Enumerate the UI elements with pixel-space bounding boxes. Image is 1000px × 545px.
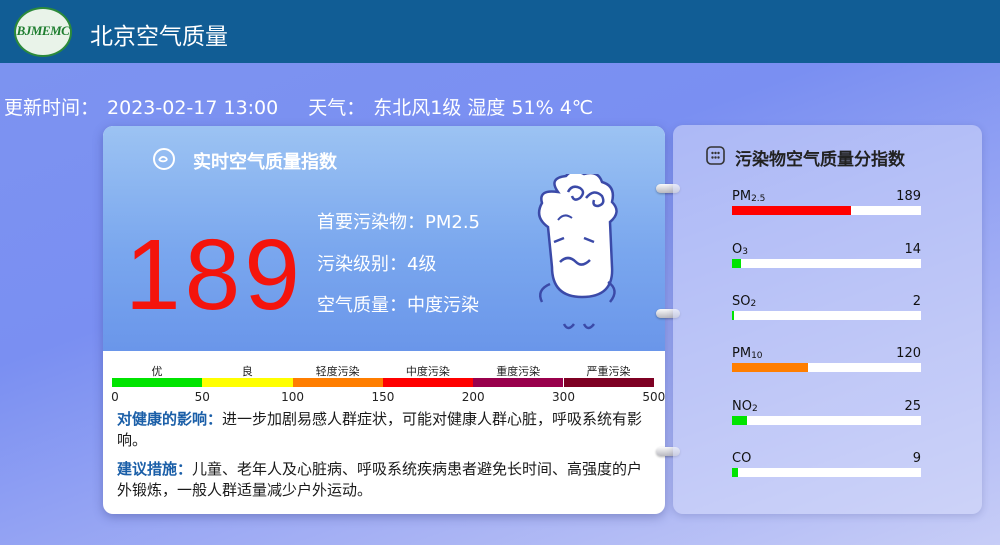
scale-tick-label: 100	[281, 390, 305, 404]
scale-level-label: 中度污染	[405, 365, 450, 378]
update-label: 更新时间：	[4, 97, 100, 119]
panel-title: 污染物空气质量分指数	[735, 150, 905, 170]
health-impact-label: 对健康的影响：	[117, 410, 223, 428]
pollutant-name: SO2	[732, 294, 757, 309]
pollutant-row: O3 14	[732, 242, 921, 274]
scale-color-segment	[202, 378, 293, 387]
scale-level-label: 严重污染	[586, 365, 631, 378]
scale-tick-label: 500	[642, 390, 665, 404]
pollutant-value: 9	[912, 451, 921, 466]
scale-color-segment	[563, 378, 654, 387]
aqi-scale: 优 良 轻度污染 中度污染 重度污染 严重污染 0 50 100 150 200 300 500	[111, 363, 665, 413]
pollutant-bar-track	[732, 416, 921, 425]
advice-measures: 建议措施：儿童、老年人及心脏病、呼吸系统疾病患者避免长时间、高强度的户外锻炼，一…	[117, 459, 653, 501]
update-info: 更新时间： 2023-02-17 13:00 天气： 东北风1级 湿度 51% 4℃	[4, 93, 601, 120]
scale-tick-label: 300	[552, 390, 575, 404]
scale-level-label: 轻度污染	[315, 365, 360, 378]
pollutant-bar-track	[732, 259, 921, 268]
scale-tick-label: 0	[111, 390, 119, 404]
pollutant-bar-track	[732, 363, 921, 372]
realtime-aqi-card: 实时空气质量指数 189 首要污染物：PM2.5 污染级别：4级 空气质量：中度…	[103, 126, 665, 514]
app-title: 北京空气质量	[90, 24, 228, 50]
scale-tick-label: 150	[371, 390, 395, 404]
air-quality-status: 空气质量：中度污染	[317, 295, 479, 316]
card-title: 实时空气质量指数	[193, 152, 337, 173]
pollutant-bar-fill	[732, 363, 808, 372]
scale-color-segment	[292, 378, 383, 387]
scale-color-segment	[473, 378, 564, 387]
pollutant-name: NO2	[732, 399, 758, 414]
aqi-card-header: 实时空气质量指数 189 首要污染物：PM2.5 污染级别：4级 空气质量：中度…	[103, 126, 665, 351]
pollutant-name: O3	[732, 242, 748, 257]
pollutant-row: CO 9	[732, 451, 921, 483]
bjmemc-logo: BJMEMC	[14, 7, 72, 57]
pollutant-name: PM10	[732, 346, 763, 361]
scale-color-segment	[112, 378, 203, 387]
app-header: BJMEMC 北京空气质量	[0, 0, 1000, 63]
pollutant-value: 14	[904, 242, 921, 257]
logo-text: BJMEMC	[16, 23, 70, 38]
pollution-level: 污染级别：4级	[317, 254, 437, 275]
air-icon	[153, 148, 175, 170]
scale-level-label: 重度污染	[496, 365, 541, 378]
pollutant-value: 189	[896, 189, 921, 204]
scale-color-segment	[382, 378, 474, 387]
weather-value: 东北风1级 湿度 51% 4℃	[373, 97, 594, 119]
pollutant-value: 25	[904, 399, 921, 414]
pollutant-name: CO	[732, 451, 752, 466]
scale-level-label: 优	[151, 365, 163, 378]
grid-icon	[706, 146, 725, 165]
aqi-value: 189	[125, 219, 304, 331]
health-impact: 对健康的影响：进一步加剧易感人群症状，可能对健康人群心脏，呼吸系统有影响。	[117, 409, 653, 451]
pollutant-name: PM2.5	[732, 189, 766, 204]
scale-tick-label: 200	[461, 390, 485, 404]
scale-level-label: 良	[241, 365, 253, 378]
pollutant-row: SO2 2	[732, 294, 921, 326]
weather-label: 天气：	[308, 97, 366, 119]
primary-pollutant: 首要污染物：PM2.5	[317, 212, 481, 233]
advice-measures-text: 儿童、老年人及心脏病、呼吸系统疾病患者避免长时间、高强度的户外锻炼，一般人群适量…	[117, 460, 643, 499]
pollutant-bar-fill	[732, 259, 742, 268]
pollutant-bar-track	[732, 206, 921, 215]
pollutant-value: 2	[912, 294, 921, 309]
mascot-illustration	[537, 174, 618, 330]
pollutant-row: PM2.5 189	[732, 189, 921, 221]
advice-measures-label: 建议措施：	[117, 460, 193, 478]
pollutant-bar-fill	[732, 311, 734, 320]
pollutant-bar-fill	[732, 416, 748, 425]
pollutant-index-panel: 污染物空气质量分指数 PM2.5 189 O3 14 SO2 2 PM10 120 NO2 25 C…	[673, 125, 982, 514]
pollutant-row: PM10 120	[732, 346, 921, 378]
update-time: 2023-02-17 13:00	[107, 97, 279, 119]
pollutant-bar-track	[732, 468, 921, 477]
pollutant-bar-track	[732, 311, 921, 320]
pollutant-bar-fill	[732, 468, 738, 477]
scale-tick-label: 50	[194, 390, 210, 404]
pollutant-value: 120	[896, 346, 921, 361]
pollutant-row: NO2 25	[732, 399, 921, 431]
pollutant-bar-fill	[732, 206, 852, 215]
